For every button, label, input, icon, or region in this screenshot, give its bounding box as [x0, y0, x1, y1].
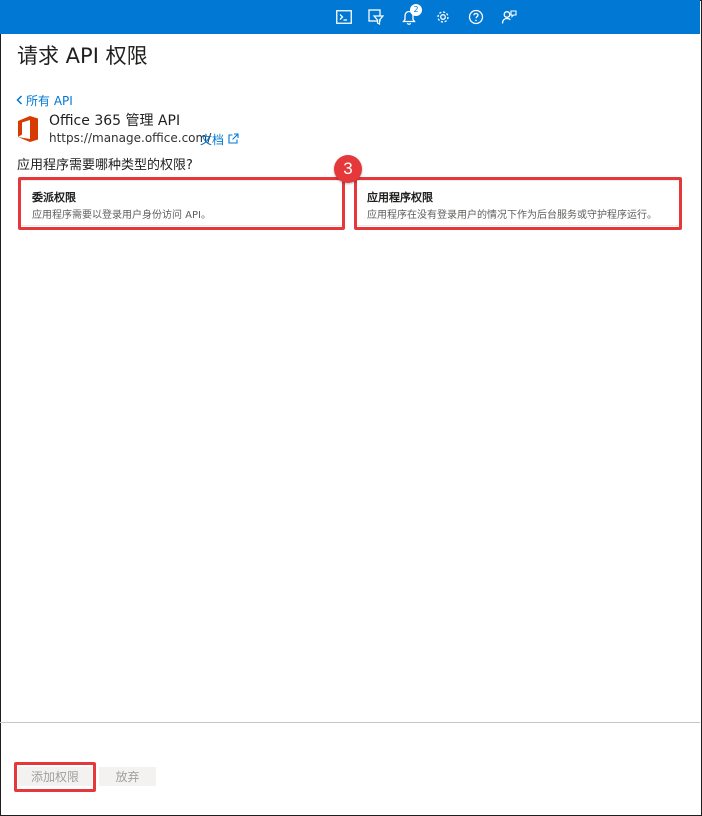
directory-filter-icon[interactable]	[365, 6, 387, 28]
add-permissions-button[interactable]: 添加权限	[18, 767, 92, 786]
step-marker: 3	[334, 155, 362, 183]
notification-badge: 2	[410, 4, 422, 16]
cloud-shell-icon[interactable]	[333, 6, 355, 28]
external-link-icon	[228, 132, 239, 147]
back-link-label: 所有 API	[26, 94, 73, 108]
page-title: 请求 API 权限	[17, 44, 148, 68]
notifications-icon[interactable]: 2	[398, 4, 422, 28]
office-logo-icon	[17, 115, 39, 143]
settings-icon[interactable]	[432, 6, 454, 28]
footer-divider	[0, 722, 700, 723]
chevron-left-icon	[16, 94, 23, 108]
back-to-all-apis-link[interactable]: 所有 API	[16, 92, 73, 109]
help-icon[interactable]	[465, 6, 487, 28]
card-title: 应用程序权限	[367, 191, 433, 204]
card-description: 应用程序需要以登录用户身份访问 API。	[32, 210, 211, 221]
card-title: 委派权限	[32, 191, 76, 204]
docs-link[interactable]: 文档	[200, 131, 239, 148]
delegated-permissions-card[interactable]: 委派权限 应用程序需要以登录用户身份访问 API。	[20, 180, 343, 226]
top-bar: 2	[0, 0, 700, 34]
feedback-icon[interactable]	[498, 6, 520, 28]
permission-type-question: 应用程序需要哪种类型的权限?	[17, 158, 193, 173]
discard-button[interactable]: 放弃	[99, 767, 156, 786]
card-description: 应用程序在没有登录用户的情况下作为后台服务或守护程序运行。	[367, 210, 657, 221]
docs-link-label: 文档	[200, 133, 225, 147]
api-name: Office 365 管理 API	[49, 113, 181, 129]
api-url: https://manage.office.com/	[49, 131, 212, 145]
application-permissions-card[interactable]: 应用程序权限 应用程序在没有登录用户的情况下作为后台服务或守护程序运行。	[355, 180, 680, 226]
